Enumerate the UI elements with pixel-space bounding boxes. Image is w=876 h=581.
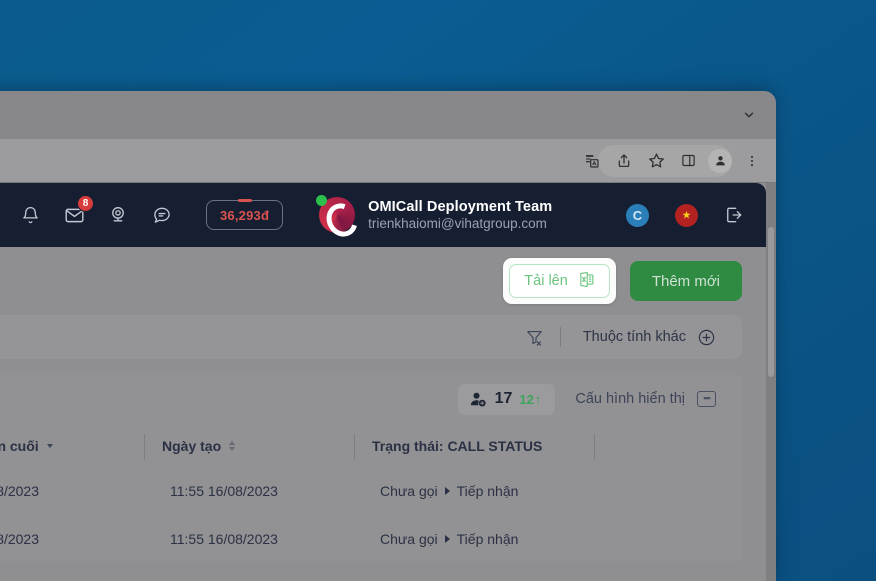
column-label: Ngày tạo <box>162 438 222 454</box>
desktop-backdrop: 8 36,293đ OMICall Deployment Team trienk… <box>0 0 876 581</box>
browser-toolbar <box>0 139 776 183</box>
status-to: Tiếp nhận <box>456 483 519 499</box>
record-delta-value: 12 <box>519 391 534 407</box>
more-attributes-label: Thuộc tính khác <box>582 329 686 345</box>
balance-value: 36,293đ <box>220 207 270 223</box>
caret-right-icon <box>444 487 450 495</box>
record-delta: 12 ↑ <box>519 392 541 407</box>
cell-call-status: Chưa gọi Tiếp nhận <box>354 467 594 515</box>
translate-icon[interactable] <box>576 145 608 177</box>
browser-window: 8 36,293đ OMICall Deployment Team trienk… <box>0 91 776 581</box>
display-config-button[interactable]: Cấu hình hiển thị ▪▪▪ <box>575 391 716 407</box>
record-count: 17 <box>494 390 513 407</box>
browser-tab-strip <box>0 91 776 139</box>
column-label: Cập nhật lần cuối <box>0 438 39 454</box>
omicall-logo-icon <box>316 195 356 233</box>
envelope-icon[interactable]: 8 <box>52 193 96 237</box>
account-info: OMICall Deployment Team trienkhaiomi@vih… <box>368 198 552 233</box>
person-add-icon <box>469 390 488 409</box>
table-body: 14:06 16/08/2023 11:55 16/08/2023 Chưa g… <box>0 467 742 563</box>
account-name: OMICall Deployment Team <box>368 198 553 215</box>
balance-chip[interactable]: 36,293đ <box>206 200 284 230</box>
table-header-row: Cập nhật lần cuối Ngày tạo <box>0 425 742 467</box>
upload-button-label: Tải lên <box>524 273 568 289</box>
column-header-extra <box>594 425 742 467</box>
add-new-button[interactable]: Thêm mới <box>629 261 742 301</box>
chat-bubble-icon[interactable] <box>140 193 184 237</box>
app-navbar: 8 36,293đ OMICall Deployment Team trienk… <box>0 183 766 247</box>
column-header-updated-at[interactable]: Cập nhật lần cuối <box>0 425 144 467</box>
bookmark-star-icon[interactable] <box>640 145 672 177</box>
table-header: Cập nhật lần cuối Ngày tạo <box>0 425 742 467</box>
table-row[interactable]: 12:03 16/08/2023 11:55 16/08/2023 Chưa g… <box>0 515 742 563</box>
cell-updated-at: 14:06 16/08/2023 <box>0 483 39 499</box>
add-new-button-label: Thêm mới <box>651 272 720 290</box>
records-table: Cập nhật lần cuối Ngày tạo <box>0 425 742 563</box>
share-icon[interactable] <box>608 145 640 177</box>
arrow-up-icon: ↑ <box>534 391 542 407</box>
action-bar: Tải lên Thêm mới <box>0 247 776 315</box>
funnel-clear-icon[interactable] <box>525 328 544 347</box>
page-viewport: 8 36,293đ OMICall Deployment Team trienk… <box>0 183 776 581</box>
more-menu-icon[interactable] <box>736 145 768 177</box>
upload-button[interactable]: Tải lên <box>509 264 610 298</box>
records-table-card: 17 12 ↑ Cấu hình hiển thị ▪▪▪ n cuối Ngà… <box>0 373 742 561</box>
cell-created-at: 11:55 16/08/2023 <box>170 483 278 499</box>
webcam-icon[interactable] <box>96 193 140 237</box>
cell-updated-at: 12:03 16/08/2023 <box>0 531 39 547</box>
envelope-badge: 8 <box>77 195 94 212</box>
status-to: Tiếp nhận <box>456 531 519 547</box>
grid-config-icon: ▪▪▪ <box>697 391 716 407</box>
more-attributes-button[interactable]: Thuộc tính khác <box>561 328 716 347</box>
sort-both-icon[interactable] <box>229 441 236 451</box>
language-flag-icon[interactable]: ★ <box>675 203 698 227</box>
table-row[interactable]: 14:06 16/08/2023 11:55 16/08/2023 Chưa g… <box>0 467 742 515</box>
navbar-right-actions: C ★ <box>626 203 766 227</box>
logout-icon[interactable] <box>724 205 744 225</box>
column-header-call-status[interactable]: Trạng thái: CALL STATUS <box>354 425 594 467</box>
column-header-created-at[interactable]: Ngày tạo <box>144 425 354 467</box>
profile-avatar-icon[interactable] <box>708 148 732 173</box>
record-count-chip[interactable]: 17 12 ↑ <box>457 383 556 415</box>
excel-file-icon <box>578 271 595 292</box>
cell-extra <box>594 515 742 563</box>
side-panel-icon[interactable] <box>672 145 704 177</box>
page-scrollbar[interactable] <box>766 183 776 581</box>
filter-bar: Thuộc tính khác <box>0 315 742 359</box>
caret-right-icon <box>444 535 450 543</box>
status-from: Chưa gọi <box>380 531 438 547</box>
table-toolbar: 17 12 ↑ Cấu hình hiển thị ▪▪▪ <box>0 373 742 425</box>
cell-extra <box>594 467 742 515</box>
page-scrollbar-thumb[interactable] <box>768 227 774 377</box>
status-from: Chưa gọi <box>380 483 438 499</box>
bell-icon[interactable] <box>8 193 52 237</box>
account-email: trienkhaiomi@vihatgroup.com <box>368 215 547 231</box>
chevron-down-icon[interactable] <box>739 105 759 125</box>
display-config-label: Cấu hình hiển thị <box>575 391 685 407</box>
cell-call-status: Chưa gọi Tiếp nhận <box>354 515 594 563</box>
sort-desc-icon[interactable] <box>46 444 53 448</box>
plus-circle-icon <box>697 328 716 347</box>
sync-circle-icon[interactable]: C <box>626 203 649 227</box>
cell-created-at: 11:55 16/08/2023 <box>170 531 278 547</box>
column-label: Trạng thái: CALL STATUS <box>372 438 543 454</box>
upload-button-highlight: Tải lên <box>503 258 616 304</box>
